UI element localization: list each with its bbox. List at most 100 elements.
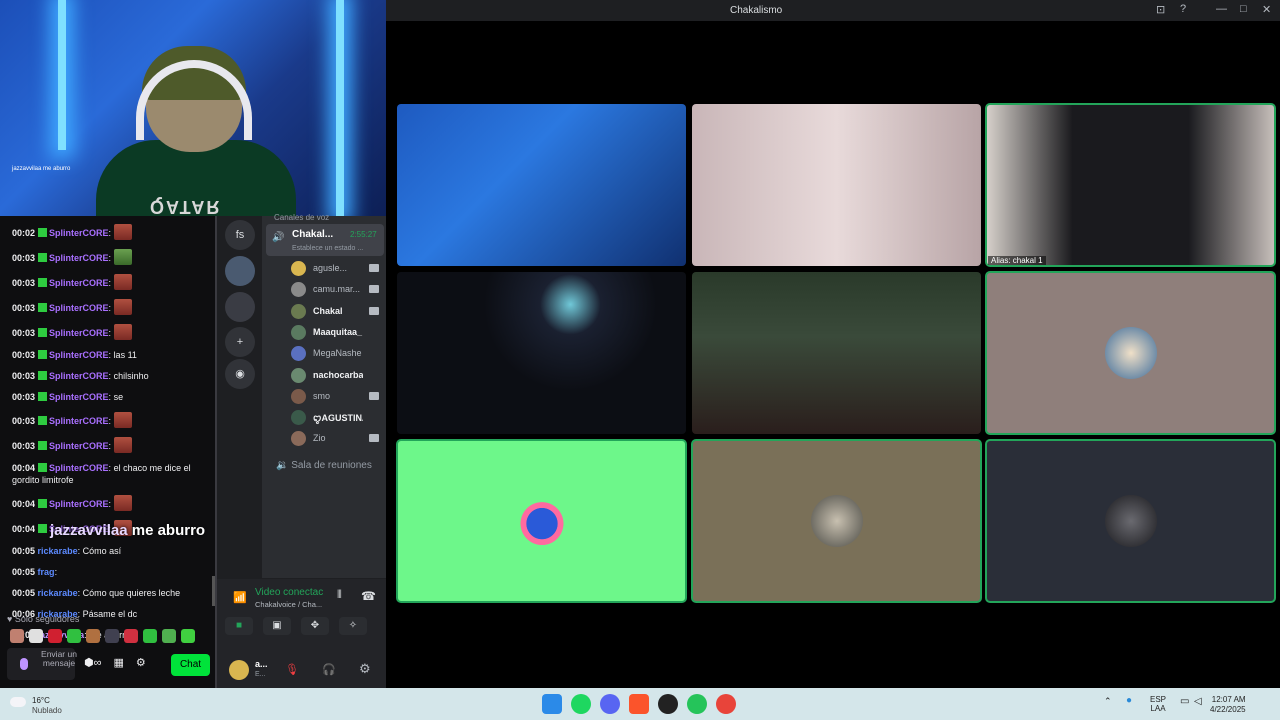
chat-username[interactable]: SplinterCORE bbox=[49, 328, 109, 338]
chat-line: 00:04 SplinterCORE: el chaco me dice el g… bbox=[12, 463, 191, 485]
emote-icon[interactable] bbox=[10, 629, 24, 643]
video-tile[interactable] bbox=[397, 104, 686, 266]
video-tile[interactable] bbox=[691, 439, 982, 603]
close-icon[interactable]: ✕ bbox=[1262, 3, 1271, 16]
mic-muted-icon[interactable]: 🎙 bbox=[285, 663, 299, 676]
voice-channel-meeting-room[interactable]: 🔉 Sala de reuniones bbox=[276, 460, 372, 471]
chat-username[interactable]: SplinterCORE bbox=[49, 303, 109, 313]
chat-username[interactable]: SplinterCORE bbox=[49, 463, 109, 473]
video-tile[interactable] bbox=[692, 272, 981, 434]
chat-username[interactable]: SplinterCORE bbox=[49, 441, 109, 451]
video-tile[interactable] bbox=[985, 271, 1276, 435]
language-indicator[interactable]: ESP LAA bbox=[1150, 695, 1166, 713]
voice-member[interactable]: ꨄAGUSTINAꨄ bbox=[291, 410, 381, 426]
inbox-icon[interactable]: ⊡ bbox=[1156, 3, 1165, 16]
start-icon[interactable] bbox=[542, 694, 562, 714]
clock[interactable]: 12:07 AM 4/22/2025 bbox=[1210, 695, 1246, 715]
voice-member[interactable]: Chakal bbox=[291, 303, 381, 320]
voice-member[interactable]: smo bbox=[291, 388, 381, 405]
voice-member[interactable]: Zio bbox=[291, 431, 381, 447]
voice-member[interactable]: MegaNashe bbox=[291, 346, 381, 362]
maximize-icon[interactable]: □ bbox=[1240, 3, 1247, 15]
emote-icon[interactable] bbox=[29, 629, 43, 643]
emote-suggestions[interactable] bbox=[10, 629, 195, 643]
emote-icon[interactable] bbox=[162, 629, 176, 643]
chat-username[interactable]: SplinterCORE bbox=[49, 371, 109, 381]
avatar bbox=[291, 388, 306, 404]
voice-member[interactable]: camu.mar... bbox=[291, 282, 381, 298]
avatar bbox=[291, 303, 306, 319]
highlight-message: me aburro bbox=[131, 522, 206, 539]
disconnect-icon[interactable]: ☎ bbox=[361, 589, 376, 603]
chat-messages: 00:02 SplinterCORE: 00:03 SplinterCORE: 00… bbox=[0, 220, 212, 646]
brave-icon[interactable] bbox=[629, 694, 649, 714]
voice-category[interactable]: Canales de voz bbox=[274, 213, 329, 222]
add-server-icon[interactable]: + bbox=[225, 327, 255, 357]
microphone-icon[interactable] bbox=[20, 658, 28, 670]
voice-connected-channel[interactable]: Chakalvoice / Cha... bbox=[255, 600, 322, 609]
chat-username[interactable]: rickarabe bbox=[38, 546, 78, 556]
chat-username[interactable]: SplinterCORE bbox=[49, 350, 109, 360]
emote-icon[interactable] bbox=[48, 629, 62, 643]
video-tile[interactable] bbox=[397, 272, 686, 434]
discover-icon[interactable]: ◉ bbox=[225, 359, 255, 389]
chat-username[interactable]: SplinterCORE bbox=[49, 228, 109, 238]
headphones-icon[interactable]: 🎧 bbox=[322, 663, 336, 676]
emote-icon[interactable] bbox=[67, 629, 81, 643]
server-group-icon[interactable] bbox=[225, 292, 255, 322]
video-tile[interactable] bbox=[396, 439, 687, 603]
server-group-icon[interactable] bbox=[225, 256, 255, 286]
chat-send-button[interactable]: Chat bbox=[171, 654, 210, 676]
activities-button[interactable]: ✥ bbox=[301, 617, 329, 635]
help-icon[interactable]: ? bbox=[1180, 3, 1186, 15]
emote-icon[interactable] bbox=[124, 629, 138, 643]
bits-icon[interactable]: ⬢∞ bbox=[84, 656, 101, 669]
gear-icon[interactable]: ⚙ bbox=[359, 661, 371, 677]
whatsapp-icon[interactable] bbox=[687, 694, 707, 714]
voice-channel-chakal[interactable]: 🔊 Chakal... 2:55:27 Establece un estado … bbox=[266, 224, 384, 256]
camera-button[interactable]: ■ bbox=[225, 617, 253, 635]
emote-icon[interactable] bbox=[143, 629, 157, 643]
chat-scrollbar[interactable] bbox=[212, 576, 215, 606]
emote-icon[interactable] bbox=[105, 629, 119, 643]
gear-icon[interactable]: ⚙ bbox=[136, 656, 146, 669]
video-tile[interactable] bbox=[692, 104, 981, 266]
voice-member[interactable]: Maaquitaa_ bbox=[291, 324, 381, 341]
chevron-up-icon[interactable]: ⌃ bbox=[1104, 696, 1112, 707]
avatar[interactable] bbox=[229, 660, 249, 680]
chat-username[interactable]: SplinterCORE bbox=[49, 392, 109, 402]
chat-username[interactable]: rickarabe bbox=[38, 588, 78, 598]
member-name: ꨄAGUSTINAꨄ bbox=[313, 413, 363, 424]
screen-share-button[interactable]: ▣ bbox=[263, 617, 291, 635]
chat-timestamp: 00:03 bbox=[12, 328, 36, 338]
video-tile[interactable] bbox=[985, 439, 1276, 603]
chat-username[interactable]: SplinterCORE bbox=[49, 499, 109, 509]
chrome-icon[interactable] bbox=[716, 694, 736, 714]
soundboard-button[interactable]: ✧ bbox=[339, 617, 367, 635]
voice-member[interactable]: nachocarba bbox=[291, 367, 381, 384]
chat-username[interactable]: frag bbox=[38, 567, 55, 577]
signal-icon[interactable]: 📶 bbox=[233, 591, 247, 604]
voice-member[interactable]: agusle... bbox=[291, 261, 381, 277]
chat-username[interactable]: SplinterCORE bbox=[49, 278, 109, 288]
server-fs[interactable]: fs bbox=[225, 220, 255, 250]
chat-timestamp: 00:03 bbox=[12, 350, 36, 360]
obs-icon[interactable] bbox=[658, 694, 678, 714]
emote-icon[interactable] bbox=[86, 629, 100, 643]
avatar bbox=[291, 431, 306, 447]
discord-icon[interactable] bbox=[600, 694, 620, 714]
sub-badge-icon bbox=[38, 253, 48, 262]
chat-input[interactable]: Enviar un mensaje bbox=[7, 648, 77, 680]
noise-suppression-icon[interactable]: ⦀ bbox=[337, 589, 342, 602]
chat-username[interactable]: SplinterCORE bbox=[49, 416, 109, 426]
minimize-icon[interactable]: — bbox=[1216, 3, 1227, 15]
chat-username[interactable]: SplinterCORE bbox=[49, 253, 109, 263]
microphone-icon[interactable]: ● bbox=[1126, 695, 1132, 706]
video-tile[interactable]: Alias: chakal 1 bbox=[985, 103, 1276, 267]
network-icon[interactable]: ▭ bbox=[1180, 696, 1189, 707]
store-icon[interactable]: ▦ bbox=[113, 656, 123, 669]
emote-icon[interactable] bbox=[181, 629, 195, 643]
volume-icon[interactable]: ◁ bbox=[1194, 696, 1202, 707]
spotify-icon[interactable] bbox=[571, 694, 591, 714]
channel-status: Establece un estado ... bbox=[292, 245, 364, 252]
